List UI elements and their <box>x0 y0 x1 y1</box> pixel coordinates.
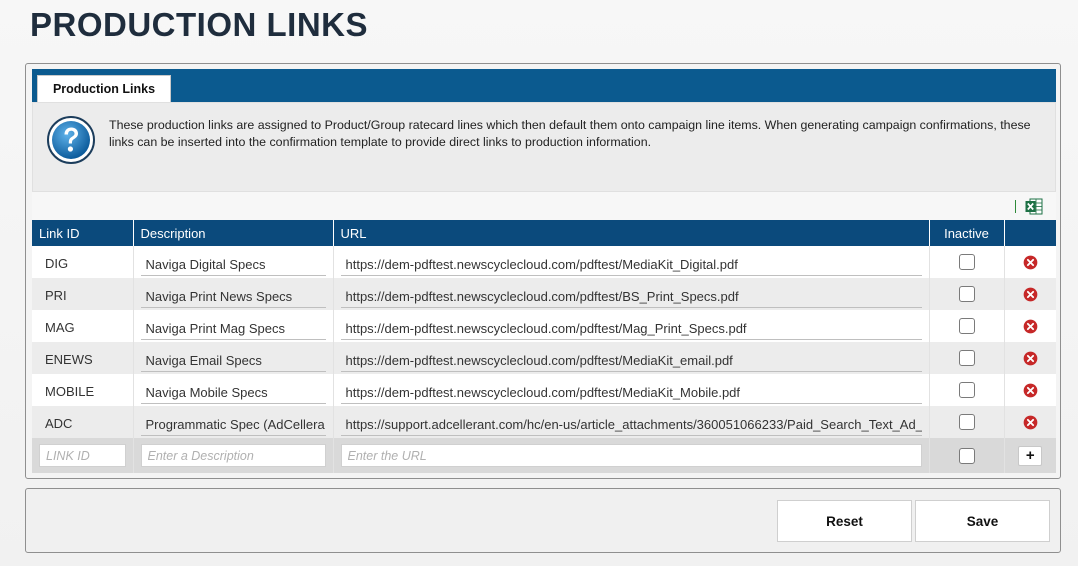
inactive-checkbox[interactable] <box>958 286 975 302</box>
inactive-checkbox[interactable] <box>958 414 975 430</box>
info-text: These production links are assigned to P… <box>109 118 1031 149</box>
grid-toolbar <box>32 192 1056 220</box>
link-id-cell[interactable]: PRI <box>39 282 126 306</box>
description-field[interactable]: Naviga Print Mag Specs <box>140 315 326 340</box>
column-header-url[interactable]: URL <box>333 220 930 246</box>
table-row: ENEWS Naviga Email Specs https://dem-pdfte… <box>32 342 1056 374</box>
info-box: These production links are assigned to P… <box>32 102 1056 192</box>
delete-icon[interactable] <box>1023 287 1038 302</box>
page-title: PRODUCTION LINKS <box>30 6 368 43</box>
description-field[interactable]: Programmatic Spec (AdCellera <box>140 411 326 436</box>
description-field[interactable]: Naviga Print News Specs <box>140 283 326 308</box>
table-header-row: Link ID Description URL Inactive <box>32 220 1056 246</box>
new-url-input[interactable] <box>340 444 922 467</box>
save-button[interactable]: Save <box>915 500 1050 542</box>
footer-panel: Reset Save <box>25 488 1061 553</box>
url-field[interactable]: https://support.adcellerant.com/hc/en-us… <box>340 411 922 436</box>
inactive-checkbox[interactable] <box>958 254 975 270</box>
inactive-checkbox[interactable] <box>958 318 975 334</box>
table-row: DIG Naviga Digital Specs https://dem-pdfte… <box>32 246 1056 278</box>
inactive-checkbox[interactable] <box>958 382 975 398</box>
new-link-id-input[interactable] <box>39 444 126 467</box>
production-links-table: Link ID Description URL Inactive DIG Navi… <box>32 220 1056 473</box>
delete-icon[interactable] <box>1023 383 1038 398</box>
link-id-cell[interactable]: ENEWS <box>39 346 126 370</box>
tab-strip: Production Links <box>32 69 1056 102</box>
table-row: MOBILE Naviga Mobile Specs https://dem-pdf… <box>32 374 1056 406</box>
production-links-panel: Production Links These production links … <box>25 63 1061 479</box>
link-id-cell[interactable]: ADC <box>39 410 126 434</box>
link-id-cell[interactable]: MAG <box>39 314 126 338</box>
tab-production-links[interactable]: Production Links <box>37 75 171 102</box>
link-id-cell[interactable]: DIG <box>39 250 126 274</box>
delete-icon[interactable] <box>1023 415 1038 430</box>
column-header-link-id[interactable]: Link ID <box>32 220 134 246</box>
delete-icon[interactable] <box>1023 351 1038 366</box>
reset-button[interactable]: Reset <box>777 500 912 542</box>
new-inactive-checkbox[interactable] <box>958 447 975 464</box>
url-field[interactable]: https://dem-pdftest.newscyclecloud.com/p… <box>340 283 922 308</box>
column-header-actions <box>1004 220 1056 246</box>
table-row: PRI Naviga Print News Specs https://dem-pd… <box>32 278 1056 310</box>
url-field[interactable]: https://dem-pdftest.newscyclecloud.com/p… <box>340 315 922 340</box>
description-field[interactable]: Naviga Email Specs <box>140 347 326 372</box>
description-field[interactable]: Naviga Mobile Specs <box>140 379 326 404</box>
help-icon <box>47 116 95 164</box>
description-field[interactable]: Naviga Digital Specs <box>140 251 326 276</box>
table-row: MAG Naviga Print Mag Specs https://dem-pdf… <box>32 310 1056 342</box>
column-header-description[interactable]: Description <box>133 220 334 246</box>
delete-icon[interactable] <box>1023 319 1038 334</box>
url-field[interactable]: https://dem-pdftest.newscyclecloud.com/p… <box>340 251 922 276</box>
link-id-cell[interactable]: MOBILE <box>39 378 126 402</box>
new-link-row: + <box>32 438 1056 473</box>
toolbar-separator <box>1015 200 1016 213</box>
column-header-inactive[interactable]: Inactive <box>929 220 1005 246</box>
url-field[interactable]: https://dem-pdftest.newscyclecloud.com/p… <box>340 379 922 404</box>
table-row: ADC Programmatic Spec (AdCellera https://s… <box>32 406 1056 438</box>
inactive-checkbox[interactable] <box>958 350 975 366</box>
delete-icon[interactable] <box>1023 255 1038 270</box>
add-link-button[interactable]: + <box>1018 445 1043 466</box>
url-field[interactable]: https://dem-pdftest.newscyclecloud.com/p… <box>340 347 922 372</box>
excel-icon[interactable] <box>1025 198 1043 215</box>
new-description-input[interactable] <box>140 444 326 467</box>
